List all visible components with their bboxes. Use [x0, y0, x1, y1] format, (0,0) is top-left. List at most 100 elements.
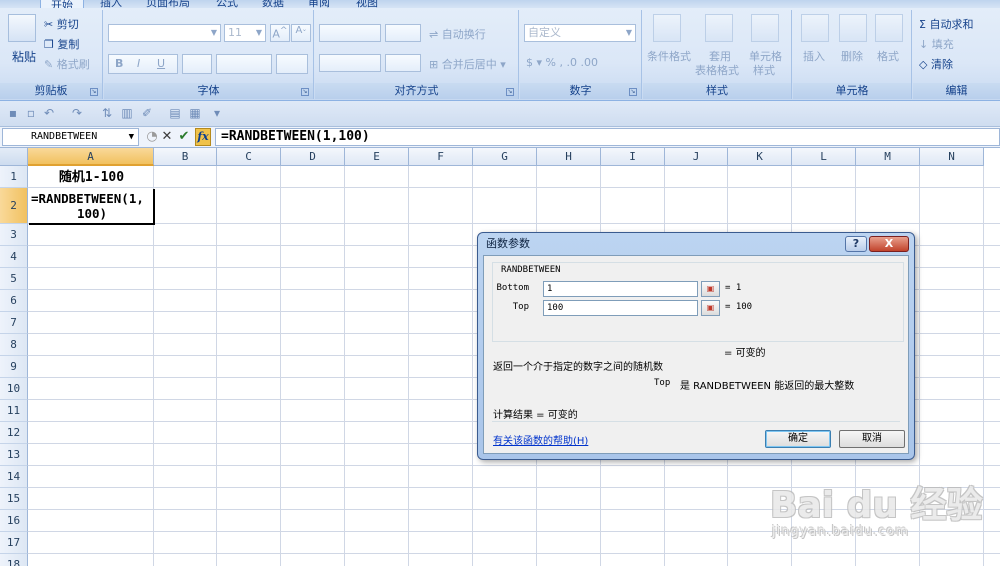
tab-page-layout[interactable]: 页面布局 [146, 0, 190, 8]
underline-button[interactable]: U [157, 57, 165, 70]
arg-input-bottom[interactable]: 1 [543, 281, 698, 297]
paste-button[interactable]: 粘贴 [12, 48, 36, 65]
column-header-k[interactable]: K [728, 148, 792, 166]
cell-a2-editing[interactable]: =RANDBETWEEN(1, 100) [29, 189, 155, 225]
orientation-button[interactable] [385, 24, 421, 42]
format-cells-button[interactable]: 格式 [877, 48, 899, 64]
cancel-button[interactable]: 取消 [839, 430, 905, 448]
select-all-corner[interactable] [0, 148, 28, 166]
row-header-9[interactable]: 9 [0, 356, 28, 378]
italic-button[interactable]: I [137, 57, 140, 70]
clipboard-launcher-icon[interactable]: ↘ [90, 88, 98, 96]
dialog-help-button[interactable]: ? [845, 236, 867, 252]
tab-data[interactable]: 数据 [262, 0, 284, 8]
column-header-n[interactable]: N [920, 148, 984, 166]
row-header-6[interactable]: 6 [0, 290, 28, 312]
redo-icon[interactable]: ↷ [70, 107, 84, 120]
tab-home[interactable]: 开始 [40, 0, 84, 8]
column-header-l[interactable]: L [792, 148, 856, 166]
preview-icon[interactable]: ▦ [188, 107, 202, 120]
merge-center-button[interactable]: ⊞ 合并后居中 ▾ [429, 56, 506, 72]
alignment-launcher-icon[interactable]: ↘ [506, 88, 514, 96]
font-size-combo[interactable]: 11 ▼ [224, 24, 266, 42]
row-header-15[interactable]: 15 [0, 488, 28, 510]
row-header-16[interactable]: 16 [0, 510, 28, 532]
cancel-entry-icon[interactable]: ✕ [159, 129, 175, 145]
column-header-a[interactable]: A [28, 148, 154, 166]
number-format-combo[interactable]: 自定义 ▼ [524, 24, 636, 42]
horizontal-align-buttons[interactable] [319, 54, 381, 72]
row-header-3[interactable]: 3 [0, 224, 28, 246]
sort-icon[interactable]: ⇅ [100, 107, 114, 120]
font-launcher-icon[interactable]: ↘ [301, 88, 309, 96]
formula-input[interactable]: =RANDBETWEEN(1,100) [215, 128, 1000, 146]
vertical-align-buttons[interactable] [319, 24, 381, 42]
column-header-m[interactable]: M [856, 148, 920, 166]
row-header-5[interactable]: 5 [0, 268, 28, 290]
column-header-g[interactable]: G [473, 148, 537, 166]
row-header-4[interactable]: 4 [0, 246, 28, 268]
row-header-13[interactable]: 13 [0, 444, 28, 466]
row-header-12[interactable]: 12 [0, 422, 28, 444]
tab-formulas[interactable]: 公式 [216, 0, 238, 8]
column-header-h[interactable]: H [537, 148, 601, 166]
tab-review[interactable]: 审阅 [308, 0, 330, 8]
customize-qat-icon[interactable]: ▾ [210, 107, 224, 120]
row-header-2[interactable]: 2 [0, 188, 28, 224]
indent-buttons[interactable] [385, 54, 421, 72]
confirm-entry-icon[interactable]: ✔ [176, 129, 192, 145]
row-header-11[interactable]: 11 [0, 400, 28, 422]
font-name-combo[interactable]: ▼ [108, 24, 221, 42]
column-header-j[interactable]: J [665, 148, 728, 166]
column-header-e[interactable]: E [345, 148, 409, 166]
range-select-icon[interactable]: ▣ [701, 281, 720, 297]
new-icon[interactable]: ▫ [24, 107, 38, 120]
number-launcher-icon[interactable]: ↘ [629, 88, 637, 96]
cut-button[interactable]: ✂ 剪切 [44, 16, 79, 32]
draw-icon[interactable]: ✐ [140, 107, 154, 120]
tab-insert[interactable]: 插入 [100, 0, 122, 8]
dialog-close-button[interactable]: X [869, 236, 909, 252]
conditional-format-button[interactable]: 条件格式 [647, 48, 691, 64]
chart-icon[interactable]: ▥ [120, 107, 134, 120]
help-link[interactable]: 有关该函数的帮助(H) [493, 432, 588, 447]
border-button[interactable] [182, 54, 212, 74]
table-format-button-line2[interactable]: 表格格式 [695, 62, 739, 78]
row-header-18[interactable]: 18 [0, 554, 28, 566]
save-icon[interactable]: ▪ [6, 107, 20, 120]
cell-a1[interactable]: 随机1-100 [29, 167, 154, 188]
wrap-text-button[interactable]: ⇌ 自动换行 [429, 26, 486, 42]
row-header-7[interactable]: 7 [0, 312, 28, 334]
column-header-b[interactable]: B [154, 148, 217, 166]
arg-input-top[interactable]: 100 [543, 300, 698, 316]
column-header-i[interactable]: I [601, 148, 665, 166]
insert-function-button[interactable]: fx [195, 128, 211, 146]
column-header-c[interactable]: C [217, 148, 281, 166]
row-header-17[interactable]: 17 [0, 532, 28, 554]
paste-icon[interactable] [8, 14, 36, 42]
shrink-font-button[interactable]: Aˇ [291, 24, 311, 42]
name-box[interactable]: RANDBETWEEN ▼ [2, 128, 139, 146]
number-format-buttons[interactable]: $ ▾ % , .0 .00 [526, 56, 598, 69]
format-painter-button[interactable]: ✎ 格式刷 [44, 56, 90, 72]
undo-icon[interactable]: ↶ [42, 107, 56, 120]
copy-button[interactable]: ❐ 复制 [44, 36, 79, 52]
row-header-1[interactable]: 1 [0, 166, 28, 188]
fill-button[interactable]: ↓ 填充 [919, 36, 954, 52]
autosum-button[interactable]: Σ 自动求和 [919, 16, 973, 32]
phonetic-button[interactable] [276, 54, 308, 74]
insert-cells-button[interactable]: 插入 [803, 48, 825, 64]
grow-font-button[interactable]: A^ [270, 24, 290, 42]
print-icon[interactable]: ▤ [168, 107, 182, 120]
bold-button[interactable]: B [115, 57, 123, 70]
row-header-14[interactable]: 14 [0, 466, 28, 488]
row-header-10[interactable]: 10 [0, 378, 28, 400]
range-select-icon[interactable]: ▣ [701, 300, 720, 316]
row-header-8[interactable]: 8 [0, 334, 28, 356]
tab-view[interactable]: 视图 [356, 0, 378, 8]
delete-cells-button[interactable]: 删除 [841, 48, 863, 64]
fill-font-color-buttons[interactable] [216, 54, 272, 74]
column-header-d[interactable]: D [281, 148, 345, 166]
column-header-f[interactable]: F [409, 148, 473, 166]
clear-button[interactable]: ◇ 清除 [919, 56, 953, 72]
